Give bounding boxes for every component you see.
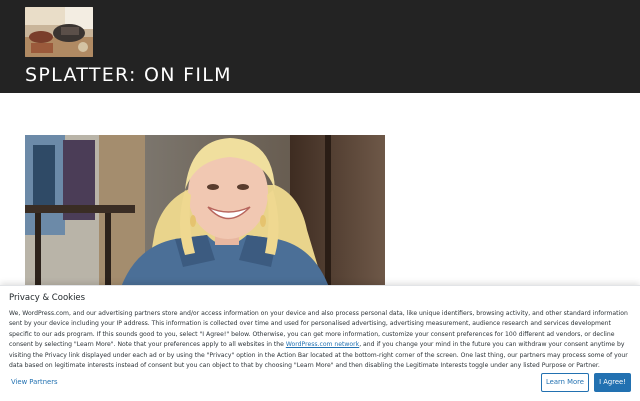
site-logo[interactable] (25, 7, 93, 57)
cookie-banner-text: We, WordPress.com, and our advertising p… (9, 309, 631, 371)
wordpress-network-link[interactable]: WordPress.com network (286, 341, 359, 348)
featured-image[interactable] (25, 135, 385, 290)
agree-button[interactable]: I Agree! (594, 373, 631, 392)
site-header: SPLATTER: ON FILM (0, 0, 640, 93)
featured-photo-illustration (25, 135, 385, 290)
view-partners-link[interactable]: View Partners (11, 378, 58, 386)
cookie-banner-title: Privacy & Cookies (9, 293, 86, 303)
site-logo-image (25, 7, 93, 57)
cookie-consent-banner: Privacy & Cookies We, WordPress.com, and… (0, 285, 640, 401)
learn-more-button[interactable]: Learn More (541, 373, 589, 392)
site-title[interactable]: SPLATTER: ON FILM (25, 64, 232, 86)
